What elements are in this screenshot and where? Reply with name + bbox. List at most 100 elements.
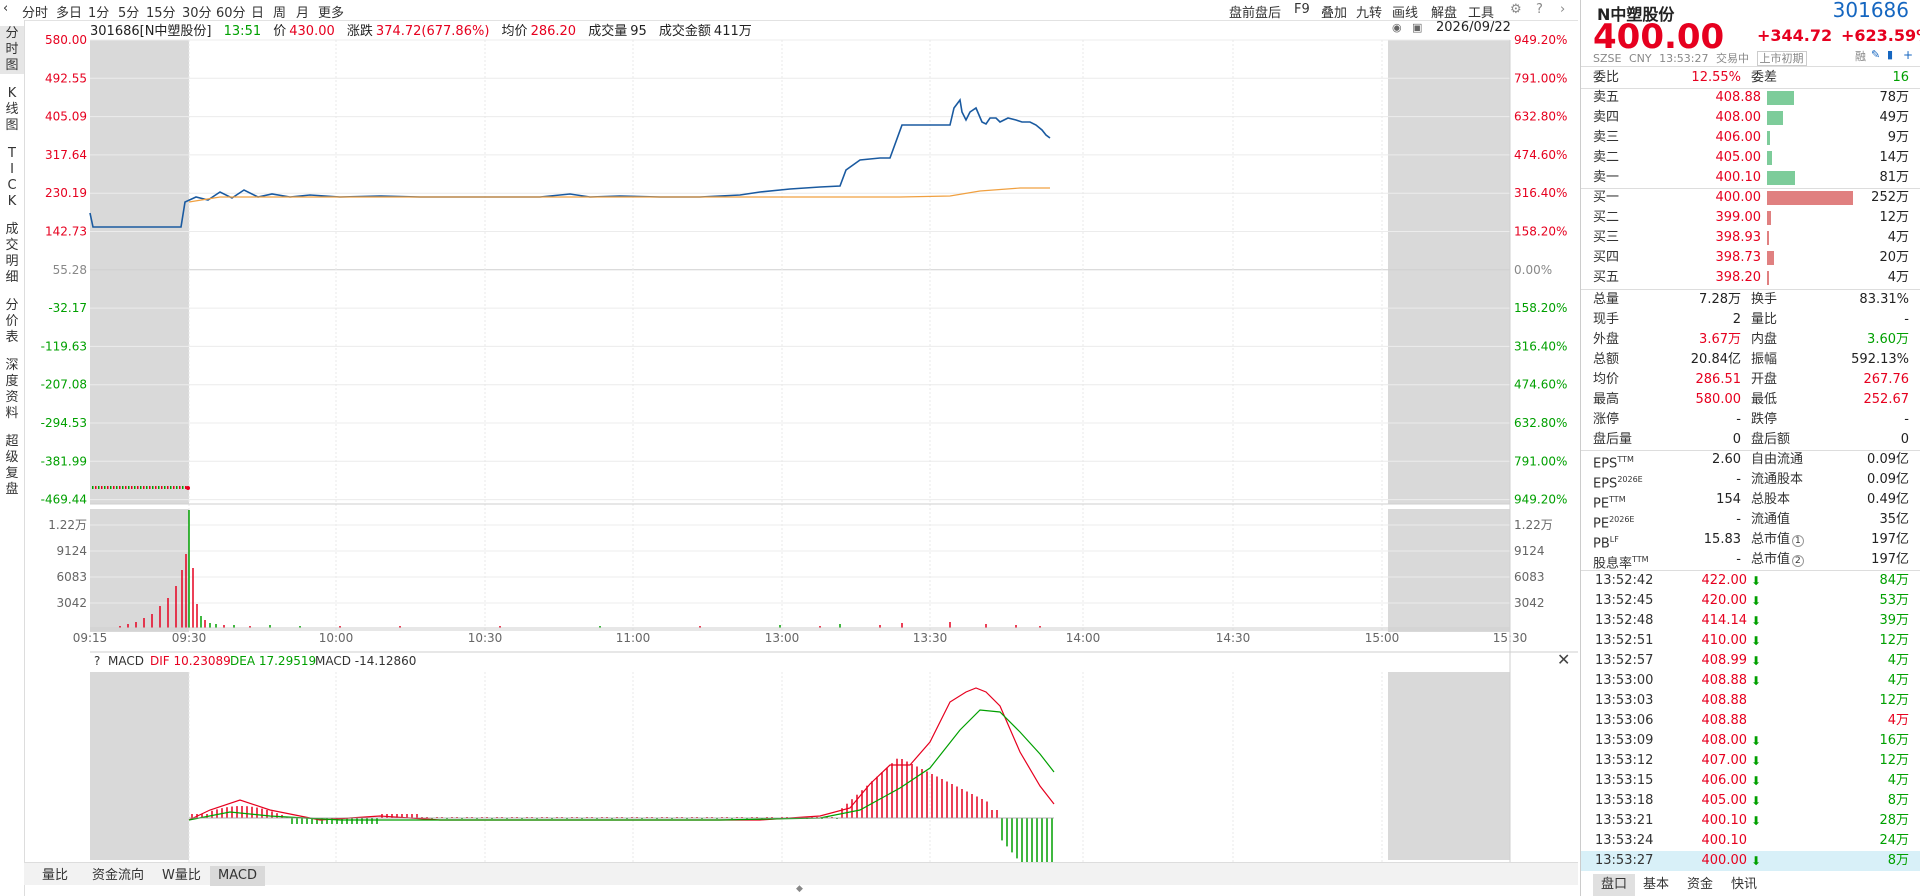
macd-dea: DEA 17.29519 (230, 654, 316, 668)
period-tab-6[interactable]: 60分 (216, 2, 246, 21)
close-icon[interactable]: ✕ (1557, 650, 1570, 669)
buy-price: 398.93 (1715, 230, 1762, 245)
period-tab-0[interactable]: 分时 (22, 2, 48, 21)
bookmark-icon[interactable]: ▮ (1887, 48, 1893, 61)
stat-label: 振幅 (1751, 352, 1778, 367)
period-tab-10[interactable]: 更多 (318, 2, 344, 21)
price-line (89, 98, 1051, 228)
tick-row-12: 13:53:21 400.10 ⬇ 28万 (1581, 811, 1920, 831)
pct-axis-label: 791.00% (1514, 71, 1567, 85)
pre-market-tick (143, 486, 145, 489)
time-axis-label: 10:30 (468, 631, 503, 645)
tick-volume: 4万 (1887, 673, 1909, 688)
tool-button-6[interactable]: 工具 (1468, 2, 1494, 21)
time-axis-label: 09:30 (172, 631, 207, 645)
sell-row-2[interactable]: 卖三 406.00 9万 (1581, 128, 1920, 148)
price-change-pct: +623.59% (1841, 26, 1920, 45)
tick-row-4: 13:52:57 408.99 ⬇ 4万 (1581, 651, 1920, 671)
post-market-shade-macd (1388, 672, 1510, 860)
fundamental-value: 197亿 (1871, 532, 1909, 547)
tick-time: 13:52:51 (1595, 633, 1654, 648)
pre-market-tick (92, 486, 94, 489)
buy-row-1[interactable]: 买二 399.00 12万 (1581, 208, 1920, 228)
pre-market-shade-vol (90, 509, 189, 632)
tick-row-11: 13:53:18 405.00 ⬇ 8万 (1581, 791, 1920, 811)
period-tab-4[interactable]: 15分 (146, 2, 176, 21)
tick-row-1: 13:52:45 420.00 ⬇ 53万 (1581, 591, 1920, 611)
pct-axis-label: 474.60% (1514, 378, 1567, 392)
panel-tab-3[interactable]: 快讯 (1723, 874, 1765, 896)
fundamental-label-main: 自由流通 (1751, 452, 1804, 467)
period-tab-7[interactable]: 日 (251, 2, 264, 21)
stat-value: 83.31% (1859, 292, 1909, 307)
indicator-tab-3[interactable]: MACD (210, 866, 265, 886)
pre-market-tick (104, 486, 106, 489)
sell-volume: 9万 (1887, 130, 1909, 145)
tool-button-4[interactable]: 画线 (1392, 2, 1418, 21)
period-tab-8[interactable]: 周 (273, 2, 286, 21)
sell-row-0[interactable]: 卖五 408.88 78万 (1581, 88, 1920, 108)
buy-row-3[interactable]: 买四 398.73 20万 (1581, 248, 1920, 268)
tick-time: 13:53:27 (1595, 853, 1654, 868)
committee-ratio: 12.55% (1691, 70, 1741, 85)
buy-volume-bar (1767, 211, 1771, 225)
price-axis-label: 230.19 (45, 186, 87, 200)
stat-label: 总额 (1593, 352, 1620, 367)
period-tab-9[interactable]: 月 (296, 2, 309, 21)
pct-axis-label: 632.80% (1514, 110, 1567, 124)
sell-row-3[interactable]: 卖二 405.00 14万 (1581, 148, 1920, 168)
buy-row-4[interactable]: 买五 398.20 4万 (1581, 268, 1920, 288)
tick-row-5: 13:53:00 408.88 ⬇ 4万 (1581, 671, 1920, 691)
chevron-left-icon[interactable]: ‹ (3, 1, 8, 16)
chevron-right-icon[interactable]: › (1560, 2, 1565, 17)
tick-time: 13:52:45 (1595, 593, 1654, 608)
time-axis-label: 15:00 (1365, 631, 1400, 645)
stat-value: - (1904, 312, 1909, 327)
tool-button-1[interactable]: F9 (1294, 2, 1310, 17)
intraday-chart[interactable]: 580.00 949.20% 492.55 791.00% 405.09 632.80% 3… (0, 20, 1578, 862)
buy-row-2[interactable]: 买三 398.93 4万 (1581, 228, 1920, 248)
sell-row-4[interactable]: 卖一 400.10 81万 (1581, 168, 1920, 188)
fundamental-row-3: PE2026E - 流通值 35亿 (1581, 510, 1920, 531)
stat-label: 均价 (1593, 372, 1620, 387)
period-tab-5[interactable]: 30分 (182, 2, 212, 21)
sell-label: 卖四 (1593, 110, 1620, 125)
tick-price: 422.00 (1701, 573, 1748, 588)
time-axis-label: 13:30 (913, 631, 948, 645)
gear-icon[interactable]: ⚙ (1510, 2, 1522, 17)
tick-volume: 4万 (1887, 653, 1909, 668)
drag-handle-icon[interactable]: ◆ (796, 884, 803, 894)
tool-button-3[interactable]: 九转 (1356, 2, 1382, 21)
panel-tab-2[interactable]: 资金 (1679, 874, 1721, 896)
stat-label: 最低 (1751, 392, 1778, 407)
panel-tab-0[interactable]: 盘口 (1593, 874, 1636, 896)
tool-button-2[interactable]: 叠加 (1321, 2, 1347, 21)
buy-volume-bar (1767, 251, 1774, 265)
period-tab-1[interactable]: 多日 (56, 2, 82, 21)
volume-axis-label: 6083 (1514, 570, 1545, 584)
pct-axis-label: 316.40% (1514, 339, 1567, 353)
price-axis-label: 580.00 (45, 33, 87, 47)
stat-row-6: 涨停 - 跌停 - (1581, 410, 1920, 430)
indicator-tab-2[interactable]: W量比 (154, 866, 209, 886)
tool-button-5[interactable]: 解盘 (1431, 2, 1457, 21)
buy-row-0[interactable]: 买一 400.00 252万 (1581, 188, 1920, 208)
panel-tab-1[interactable]: 基本 (1635, 874, 1677, 896)
add-icon[interactable]: + (1903, 48, 1913, 62)
period-tab-3[interactable]: 5分 (118, 2, 139, 21)
stat-value: 286.51 (1695, 372, 1742, 387)
pre-market-tick (125, 486, 127, 489)
pre-market-tick (173, 486, 175, 489)
tool-button-0[interactable]: 盘前盘后 (1229, 2, 1281, 21)
buy-volume: 4万 (1887, 230, 1909, 245)
indicator-tab-1[interactable]: 资金流向 (84, 866, 152, 886)
period-tab-2[interactable]: 1分 (88, 2, 109, 21)
help-icon[interactable]: ? (1536, 2, 1543, 17)
sell-row-1[interactable]: 卖四 408.00 49万 (1581, 108, 1920, 128)
fundamental-label: 总股本 (1751, 490, 1790, 510)
macd-dif: DIF 10.23089 (150, 654, 231, 668)
pencil-icon[interactable]: ✎ (1871, 48, 1880, 61)
indicator-tab-0[interactable]: 量比 (34, 866, 76, 886)
pct-axis-label: 632.80% (1514, 416, 1567, 430)
fundamental-label-main: 流通股本 (1751, 472, 1804, 487)
